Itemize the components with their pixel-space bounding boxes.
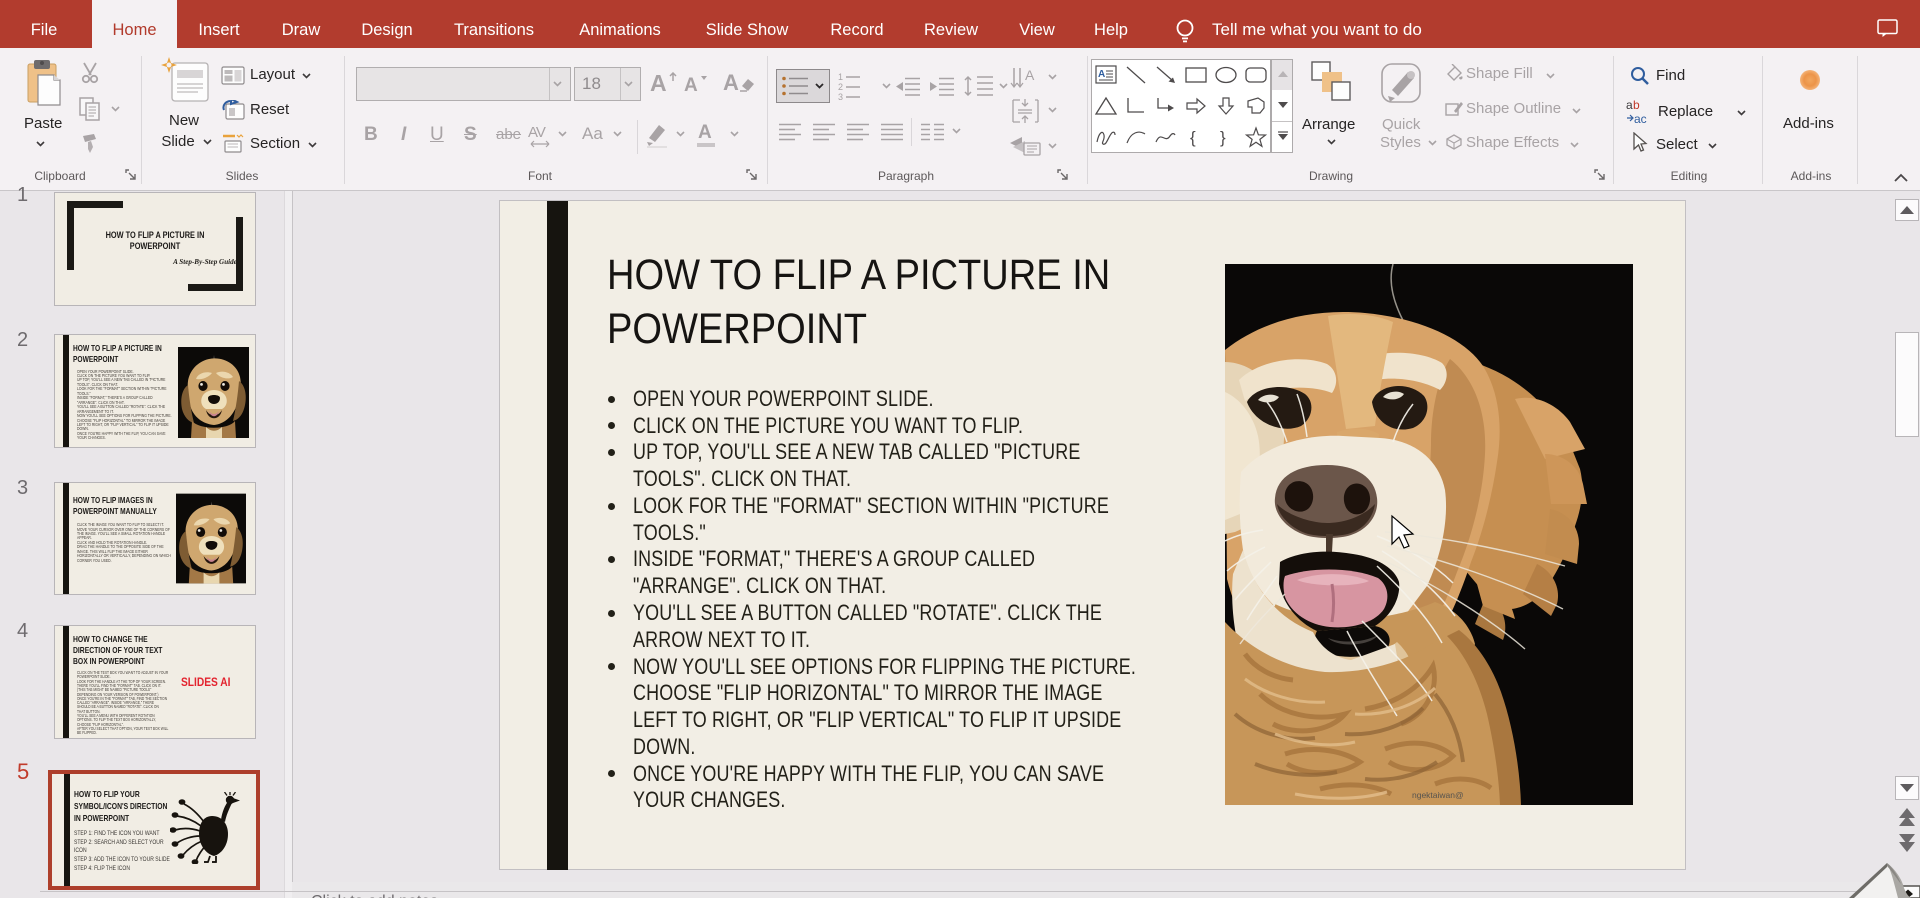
svg-text:ac: ac xyxy=(1634,112,1647,126)
svg-text:ngektaiwan@: ngektaiwan@ xyxy=(1412,790,1464,800)
svg-text:A: A xyxy=(1025,67,1035,83)
svg-text:b: b xyxy=(1633,98,1640,112)
svg-text:3: 3 xyxy=(838,92,843,100)
svg-text:A: A xyxy=(1098,69,1105,80)
svg-text:{: { xyxy=(1190,128,1196,147)
svg-text:2: 2 xyxy=(838,82,843,92)
svg-text:}: } xyxy=(1220,128,1226,147)
svg-text:1: 1 xyxy=(838,72,843,82)
svg-text:a: a xyxy=(1626,98,1633,112)
